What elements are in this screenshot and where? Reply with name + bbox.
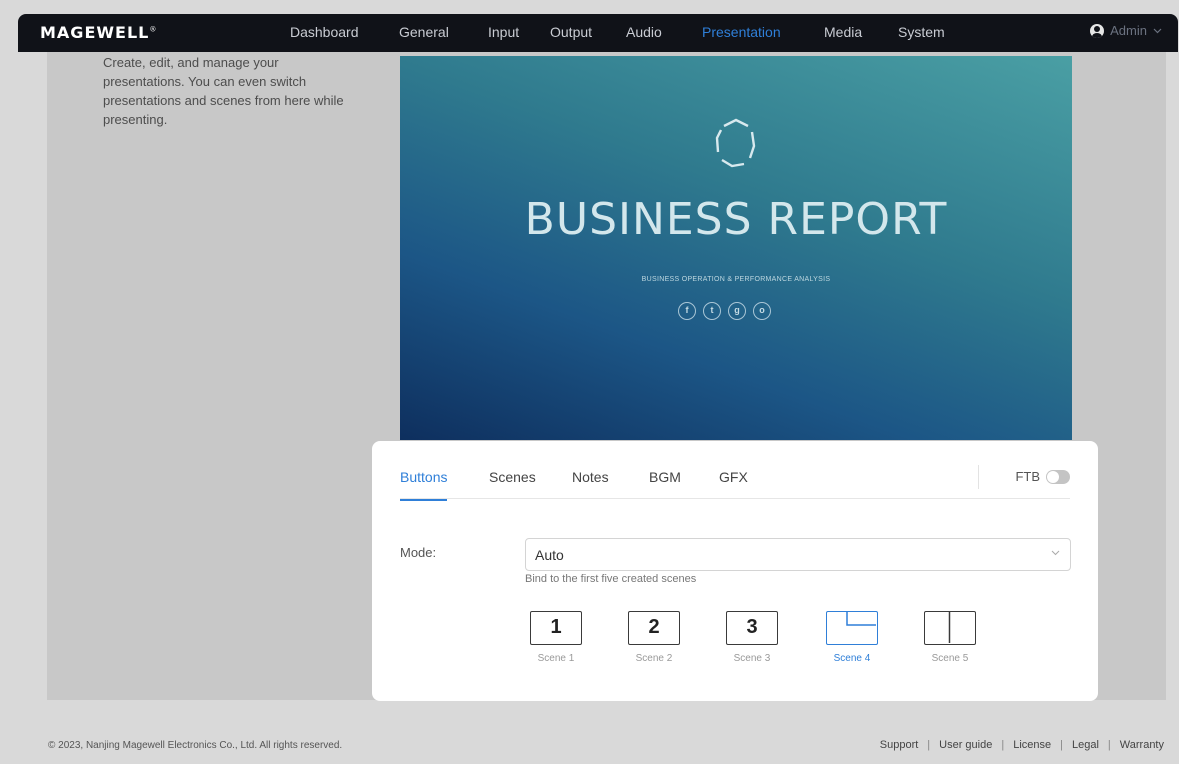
scene-button-5[interactable]: Scene 5 bbox=[924, 611, 984, 664]
slide-logo-icon bbox=[715, 118, 756, 168]
ftb-toggle[interactable] bbox=[1046, 469, 1070, 484]
footer-link-legal[interactable]: Legal bbox=[1072, 739, 1099, 751]
tab-divider bbox=[978, 465, 979, 489]
user-name: Admin bbox=[1110, 23, 1147, 38]
tab-notes[interactable]: Notes bbox=[572, 469, 609, 485]
tab-bgm[interactable]: BGM bbox=[649, 469, 681, 485]
scene-button-1[interactable]: 1 Scene 1 bbox=[530, 611, 590, 664]
footer-link-license[interactable]: License bbox=[1013, 739, 1051, 751]
layout-pip-icon bbox=[826, 611, 878, 645]
scene-button-3[interactable]: 3 Scene 3 bbox=[726, 611, 786, 664]
ftb-label: FTB bbox=[1015, 469, 1040, 484]
nav-system[interactable]: System bbox=[898, 24, 945, 40]
footer-link-warranty[interactable]: Warranty bbox=[1120, 739, 1164, 751]
slide-title: BUSINESS REPORT bbox=[524, 194, 948, 245]
twitter-icon: t bbox=[703, 302, 721, 320]
tab-buttons[interactable]: Buttons bbox=[400, 469, 448, 501]
facebook-icon: f bbox=[678, 302, 696, 320]
scene-label-1: Scene 1 bbox=[537, 653, 575, 664]
magewell-logo[interactable]: MAGEWELL® bbox=[40, 23, 157, 42]
user-menu[interactable]: Admin bbox=[1090, 23, 1162, 38]
panel-tabs: Buttons Scenes Notes BGM GFX FTB bbox=[400, 465, 1070, 501]
google-plus-icon: g bbox=[728, 302, 746, 320]
chevron-down-icon bbox=[1153, 28, 1162, 33]
scene-button-2[interactable]: 2 Scene 2 bbox=[628, 611, 688, 664]
nav-media[interactable]: Media bbox=[824, 24, 862, 40]
tab-scenes[interactable]: Scenes bbox=[489, 469, 536, 485]
footer-link-support[interactable]: Support bbox=[880, 739, 919, 751]
chevron-down-icon bbox=[1051, 550, 1060, 556]
nav-input[interactable]: Input bbox=[488, 24, 519, 40]
scene-box-3: 3 bbox=[726, 611, 778, 645]
mode-select-value: Auto bbox=[535, 547, 564, 563]
user-avatar-icon bbox=[1090, 23, 1105, 38]
scene-label-2: Scene 2 bbox=[635, 653, 673, 664]
footer-separator: | bbox=[1107, 739, 1111, 751]
presentation-control-panel: Buttons Scenes Notes BGM GFX FTB Mode: A… bbox=[372, 441, 1098, 701]
scene-label-4: Scene 4 bbox=[833, 653, 871, 664]
scene-box-2: 2 bbox=[628, 611, 680, 645]
copyright: © 2023, Nanjing Magewell Electronics Co.… bbox=[48, 740, 343, 751]
footer-separator: | bbox=[927, 739, 931, 751]
nav-audio[interactable]: Audio bbox=[626, 24, 662, 40]
nav-dashboard[interactable]: Dashboard bbox=[290, 24, 359, 40]
slide-preview: BUSINESS REPORT BUSINESS OPERATION & PER… bbox=[400, 56, 1072, 440]
scene-label-3: Scene 3 bbox=[733, 653, 771, 664]
page-description: Create, edit, and manage your presentati… bbox=[103, 55, 344, 127]
footer-separator: | bbox=[1001, 739, 1005, 751]
instagram-icon: o bbox=[753, 302, 771, 320]
top-navigation-bar: MAGEWELL® Dashboard General Input Output… bbox=[18, 14, 1178, 52]
slide-subtitle: BUSINESS OPERATION & PERFORMANCE ANALYSI… bbox=[641, 276, 831, 283]
nav-output[interactable]: Output bbox=[550, 24, 592, 40]
nav-presentation[interactable]: Presentation bbox=[702, 24, 781, 40]
nav-general[interactable]: General bbox=[399, 24, 449, 40]
footer-separator: | bbox=[1060, 739, 1063, 751]
mode-label: Mode: bbox=[400, 545, 437, 560]
scene-button-4[interactable]: Scene 4 bbox=[826, 611, 886, 664]
tab-gfx[interactable]: GFX bbox=[719, 469, 748, 485]
social-icons: f t g o bbox=[678, 302, 771, 320]
ftb-control: FTB bbox=[1015, 469, 1070, 484]
layout-split-icon bbox=[924, 611, 976, 645]
footer-link-user-guide[interactable]: User guide bbox=[939, 739, 992, 751]
mode-hint: Bind to the first five created scenes bbox=[525, 573, 697, 585]
scene-label-5: Scene 5 bbox=[931, 653, 969, 664]
footer-links: Support | User guide | License | Legal |… bbox=[880, 739, 1164, 751]
mode-select[interactable]: Auto bbox=[525, 538, 1071, 571]
scene-box-1: 1 bbox=[530, 611, 582, 645]
